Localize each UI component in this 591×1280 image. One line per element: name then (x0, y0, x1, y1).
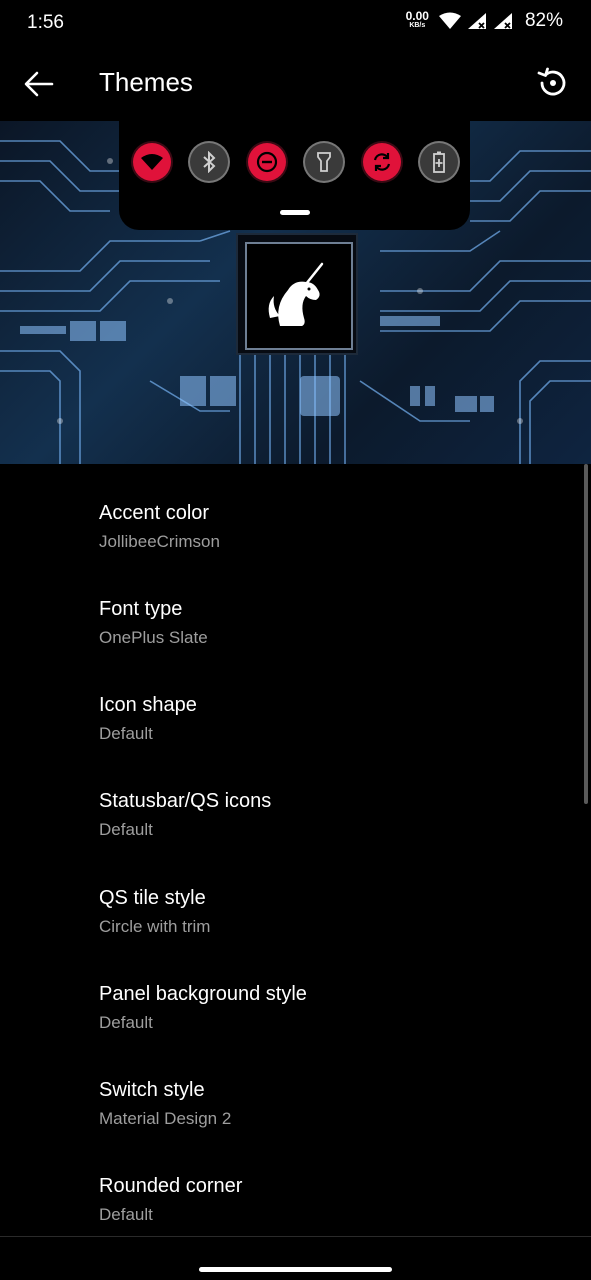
theme-preview (0, 121, 591, 464)
setting-icon-shape[interactable]: Icon shape Default (0, 670, 591, 766)
network-speed-value: 0.00 (405, 9, 429, 23)
setting-title: QS tile style (99, 887, 206, 909)
processor-chip (236, 233, 358, 355)
qs-tile-flashlight[interactable] (305, 143, 343, 181)
logo-area (245, 242, 353, 350)
setting-switch-style[interactable]: Switch style Material Design 2 (0, 1055, 591, 1151)
rotate-icon (373, 153, 391, 171)
page-title: Themes (99, 67, 193, 97)
setting-value: OnePlus Slate (99, 628, 208, 647)
setting-value: Default (99, 1013, 153, 1032)
setting-value: Material Design 2 (99, 1109, 232, 1128)
battery-icon (433, 151, 445, 173)
setting-value: Default (99, 820, 153, 839)
setting-title: Statusbar/QS icons (99, 790, 272, 812)
setting-rounded-corner[interactable]: Rounded corner Default (0, 1151, 591, 1247)
signal-x-icon (467, 13, 486, 29)
app-bar: Themes (0, 46, 591, 120)
unicorn-icon (268, 262, 324, 326)
qs-tile-do-not-disturb[interactable] (248, 143, 286, 181)
status-bar: 1:56 0.00 KB/s 82% (0, 0, 591, 46)
setting-font-type[interactable]: Font type OnePlus Slate (0, 574, 591, 670)
qs-tile-battery-saver[interactable] (420, 143, 458, 181)
wifi-icon (438, 12, 461, 29)
setting-title: Panel background style (99, 983, 307, 1005)
scrollbar[interactable] (584, 464, 588, 804)
setting-title: Font type (99, 598, 183, 620)
network-speed: 0.00 KB/s (405, 9, 429, 30)
qs-tile-auto-rotate[interactable] (363, 143, 401, 181)
setting-value: Circle with trim (99, 917, 211, 936)
qs-tile-bluetooth[interactable] (190, 143, 228, 181)
setting-title: Icon shape (99, 694, 197, 716)
arrow-left-icon[interactable] (22, 67, 56, 101)
setting-title: Accent color (99, 502, 210, 524)
setting-value: JollibeeCrimson (99, 532, 220, 551)
qs-tile-wifi[interactable] (133, 143, 171, 181)
panel-drag-handle[interactable] (280, 210, 310, 215)
battery-percentage: 82% (524, 10, 563, 31)
minus-circle-icon (256, 151, 278, 173)
setting-value: Default (99, 724, 153, 743)
divider (0, 1236, 591, 1237)
status-time: 1:56 (27, 12, 64, 33)
setting-panel-background-style[interactable]: Panel background style Default (0, 959, 591, 1055)
setting-title: Switch style (99, 1079, 205, 1101)
wifi-icon (141, 154, 163, 170)
bluetooth-icon (203, 151, 216, 173)
signal-x-icon (493, 13, 512, 29)
setting-title: Rounded corner (99, 1175, 243, 1197)
status-icons: 0.00 KB/s 82% (406, 10, 563, 32)
setting-statusbar-qs-icons[interactable]: Statusbar/QS icons Default (0, 766, 591, 862)
restore-icon[interactable] (535, 65, 571, 101)
flashlight-icon (317, 152, 331, 172)
setting-accent-color[interactable]: Accent color JollibeeCrimson (0, 478, 591, 574)
setting-value: Default (99, 1205, 153, 1224)
network-speed-unit: KB/s (409, 22, 426, 29)
setting-qs-tile-style[interactable]: QS tile style Circle with trim (0, 863, 591, 959)
quick-settings-panel (119, 121, 470, 230)
gesture-navigation-bar[interactable] (199, 1267, 392, 1272)
